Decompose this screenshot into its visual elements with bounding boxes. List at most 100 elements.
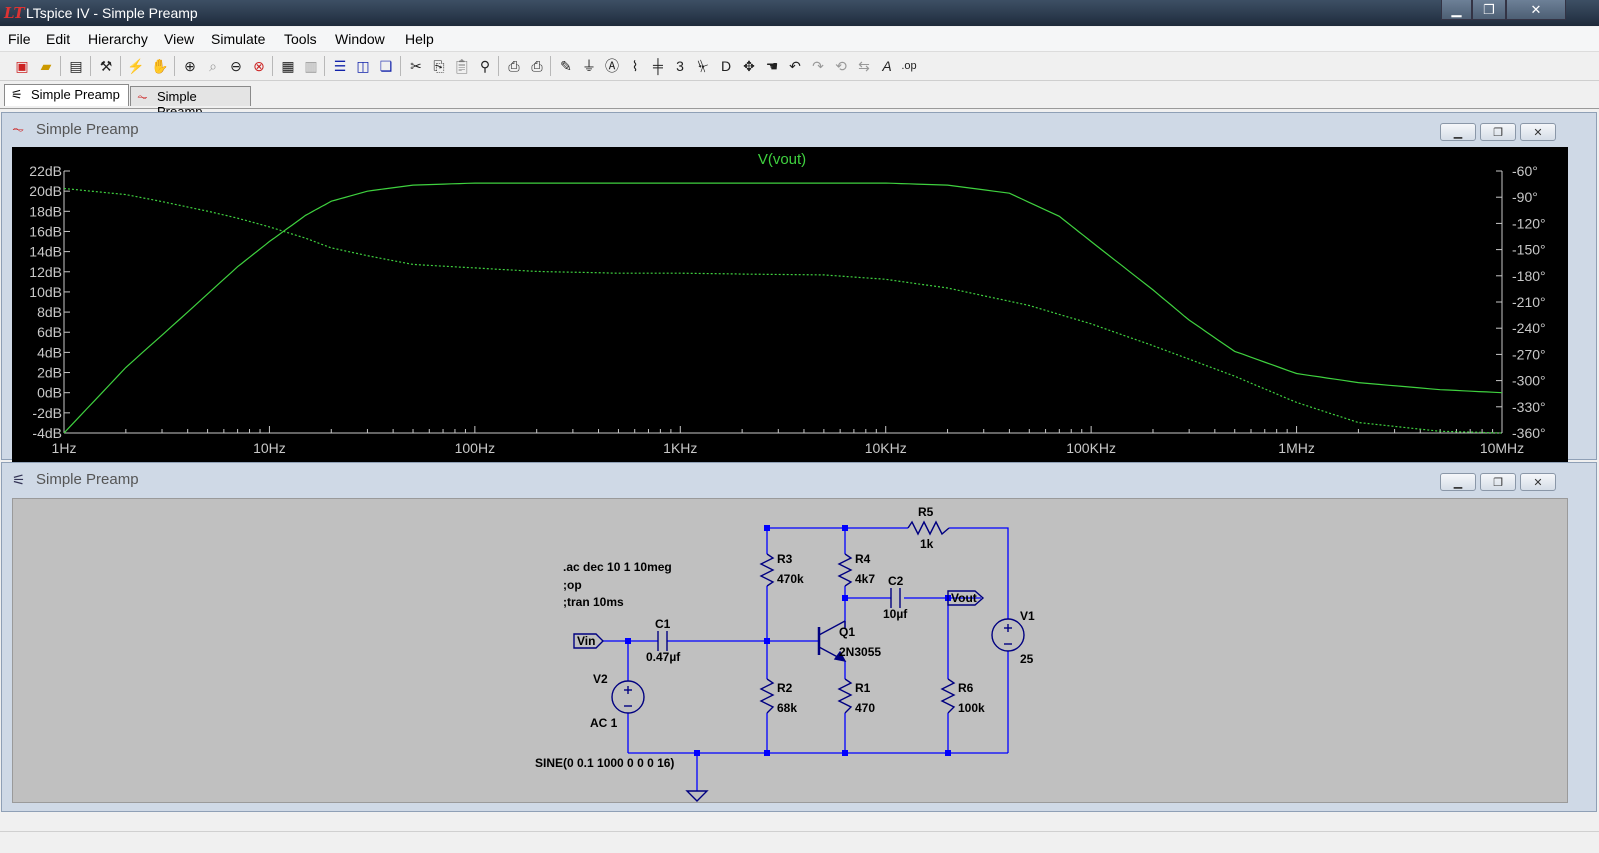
y-right-tick-label: -180° <box>1512 268 1546 284</box>
waveform-icon: ⏦ <box>137 89 148 104</box>
y-left-tick-label: 14dB <box>29 244 62 260</box>
x-tick-label: 10MHz <box>1480 440 1524 456</box>
resistor-icon[interactable]: ⌇ <box>625 56 645 76</box>
maximize-button[interactable]: ❐ <box>1480 123 1516 141</box>
label-net-icon[interactable]: Ⓐ <box>602 56 622 76</box>
paste-icon[interactable]: 📋︎ <box>452 56 472 76</box>
control-panel-icon[interactable]: ⚒ <box>96 56 116 76</box>
waveform-icon: ⏦ <box>12 121 25 138</box>
r2-label: R2 <box>777 681 793 695</box>
ground-icon[interactable]: ⏚ <box>579 56 599 76</box>
close-button[interactable]: ✕ <box>1506 0 1566 20</box>
menu-file[interactable]: File <box>8 31 31 47</box>
plot-series <box>63 182 1503 434</box>
redo-icon[interactable]: ↷ <box>808 56 828 76</box>
close-button[interactable]: ✕ <box>1520 473 1556 491</box>
r6-symbol <box>940 678 956 714</box>
y-right-tick-label: -60° <box>1512 163 1538 179</box>
spice-directive: ;op <box>563 578 582 592</box>
schematic-window: ⚟ Simple Preamp ▁ ❐ ✕ .ac dec 10 1 10meg… <box>1 462 1597 812</box>
open-folder-icon[interactable]: ▰ <box>36 56 56 76</box>
add-trace-icon[interactable]: ▥ <box>301 56 321 76</box>
bode-plot: V(vout) 1Hz 10Hz 100Hz 1KHz 10KHz 100KHz 1MHz 1… <box>29 151 1546 456</box>
rotate-icon[interactable]: ⟲ <box>831 56 851 76</box>
minimize-button[interactable]: ▁ <box>1440 123 1476 141</box>
run-icon[interactable]: ⚡ <box>126 56 146 76</box>
tab-schematic[interactable]: ⚟ Simple Preamp <box>4 84 129 106</box>
menu-view[interactable]: View <box>164 31 194 47</box>
tab-label: Simple Preamp <box>31 87 120 102</box>
toolbar-separator <box>120 56 121 76</box>
menu-simulate[interactable]: Simulate <box>211 31 265 47</box>
zoom-fit-icon[interactable]: ⊗ <box>249 56 269 76</box>
tile-horizontal-icon[interactable]: ☰ <box>330 56 350 76</box>
draw-wire-icon[interactable]: ✎ <box>556 56 576 76</box>
y-left-tick-label: 6dB <box>37 324 62 340</box>
y-right-tick-label: -150° <box>1512 242 1546 258</box>
y-left-tick-label: 8dB <box>37 304 62 320</box>
mirror-icon[interactable]: ⇆ <box>854 56 874 76</box>
print-setup-icon[interactable]: ⎙ <box>504 56 524 76</box>
spice-directive-icon[interactable]: .op <box>899 56 919 76</box>
cut-icon[interactable]: ✂ <box>406 56 426 76</box>
inductor-icon[interactable]: 3 <box>670 56 690 76</box>
y-right-tick-label: -120° <box>1512 215 1546 231</box>
find-icon[interactable]: ⚲ <box>475 56 495 76</box>
autorange-icon[interactable]: ▦ <box>278 56 298 76</box>
y-right-tick-label: -330° <box>1512 399 1546 415</box>
r3-label: R3 <box>777 552 793 566</box>
y-right-tick-label: -360° <box>1512 425 1546 441</box>
move-icon[interactable]: ✥ <box>739 56 759 76</box>
plot-area[interactable]: V(vout) 1Hz 10Hz 100Hz 1KHz 10KHz 100KHz 1MHz 1… <box>12 147 1568 463</box>
toolbar-separator <box>272 56 273 76</box>
undo-icon[interactable]: ↶ <box>785 56 805 76</box>
v2-sine: SINE(0 0.1 1000 0 0 0 16) <box>535 756 674 770</box>
waveform-window: ⏦ Simple Preamp ▁ ❐ ✕ V(vout) 1Hz 10Hz 100… <box>1 112 1597 463</box>
tile-vertical-icon[interactable]: ◫ <box>353 56 373 76</box>
schematic-canvas[interactable]: .ac dec 10 1 10meg ;op ;tran 10ms Vin Vo… <box>12 498 1568 803</box>
menu-tools[interactable]: Tools <box>284 31 317 47</box>
tab-waveform[interactable]: ⏦ Simple Preamp <box>130 86 251 119</box>
menu-help[interactable]: Help <box>405 31 434 47</box>
save-icon[interactable]: ▤ <box>66 56 86 76</box>
copy-icon[interactable]: ⎘ <box>429 56 449 76</box>
v1-label: V1 <box>1020 609 1035 623</box>
pan-icon[interactable]: ⌕ <box>203 56 223 76</box>
maximize-button[interactable]: ❐ <box>1472 0 1506 20</box>
q1-value: 2N3055 <box>839 645 881 659</box>
print-icon[interactable]: ⎙ <box>527 56 547 76</box>
menu-hierarchy[interactable]: Hierarchy <box>88 31 148 47</box>
chart-title: V(vout) <box>758 151 806 168</box>
cascade-icon[interactable]: ❏ <box>376 56 396 76</box>
x-tick-label: 1KHz <box>663 440 697 456</box>
halt-icon[interactable]: ✋ <box>150 56 170 76</box>
maximize-button[interactable]: ❐ <box>1480 473 1516 491</box>
component-icon[interactable]: D <box>716 56 736 76</box>
new-schematic-icon[interactable]: ▣ <box>12 56 32 76</box>
r5-value: 1k <box>920 537 934 551</box>
menu-window[interactable]: Window <box>335 31 385 47</box>
r6-value: 100k <box>958 701 985 715</box>
r1-value: 470 <box>855 701 875 715</box>
y-left-tick-label: 4dB <box>37 344 62 360</box>
y-left-tick-label: 12dB <box>29 264 62 280</box>
y-right-tick-label: -300° <box>1512 373 1546 389</box>
zoom-out-icon[interactable]: ⊖ <box>226 56 246 76</box>
minimize-button[interactable]: ▁ <box>1440 473 1476 491</box>
close-button[interactable]: ✕ <box>1520 123 1556 141</box>
c1-value: 0.47µf <box>646 650 681 664</box>
toolbar-separator <box>174 56 175 76</box>
text-icon[interactable]: A <box>877 56 897 76</box>
minimize-button[interactable]: ▁ <box>1441 0 1472 20</box>
capacitor-icon[interactable]: ╪ <box>648 56 668 76</box>
y-left-tick-label: 22dB <box>29 163 62 179</box>
menu-edit[interactable]: Edit <box>46 31 70 47</box>
diode-icon[interactable]: ⏧ <box>693 56 713 76</box>
vout-label: Vout <box>951 591 977 605</box>
waveform-window-title: Simple Preamp <box>36 121 139 138</box>
zoom-in-icon[interactable]: ⊕ <box>180 56 200 76</box>
drag-hand-icon[interactable]: ☚ <box>762 56 782 76</box>
y-left-tick-label: 0dB <box>37 385 62 401</box>
y-left-tick-label: 18dB <box>29 203 62 219</box>
x-tick-label: 10KHz <box>865 440 907 456</box>
